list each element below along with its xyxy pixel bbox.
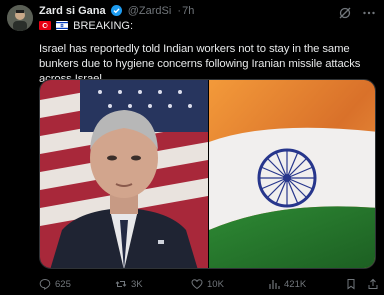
author-handle[interactable]: @ZardSi: [128, 5, 172, 17]
verified-badge-icon: [110, 5, 122, 16]
post-media[interactable]: [39, 79, 376, 269]
reply-count: 625: [55, 278, 71, 290]
author-avatar[interactable]: [7, 5, 33, 31]
reply-button[interactable]: 625: [39, 278, 71, 290]
breaking-label: BREAKING:: [73, 20, 134, 32]
post-header: Zard si Gana @ZardSi ·7h: [39, 5, 194, 18]
india-flag-image: [209, 80, 375, 268]
repost-count: 3K: [131, 278, 143, 290]
action-bar: 625 3K 10K 421K: [39, 278, 381, 292]
heart-icon: [191, 279, 203, 290]
tunisia-flag-icon: [39, 21, 51, 30]
reply-icon: [39, 278, 51, 290]
avatar-image: [7, 5, 33, 31]
views-chart-icon: [269, 280, 280, 289]
netanyahu-with-us-flag-image: [40, 80, 208, 268]
author-name[interactable]: Zard si Gana: [39, 5, 106, 17]
like-count: 10K: [207, 278, 224, 290]
bookmark-button[interactable]: [345, 278, 361, 290]
repost-button[interactable]: 3K: [115, 278, 143, 290]
israel-flag-icon: [56, 21, 69, 30]
views-count: 421K: [284, 278, 307, 290]
like-button[interactable]: 10K: [191, 278, 224, 290]
more-options-icon[interactable]: [362, 6, 376, 20]
bookmark-icon: [347, 279, 355, 290]
share-button[interactable]: [367, 278, 383, 290]
post-time[interactable]: 7h: [182, 5, 194, 17]
dot-separator: ·: [177, 5, 182, 17]
top-actions: [338, 6, 376, 20]
grok-icon[interactable]: [338, 6, 352, 20]
india-flag-photo[interactable]: [208, 80, 375, 268]
netanyahu-photo[interactable]: [40, 80, 208, 268]
share-icon: [368, 278, 378, 289]
repost-icon: [115, 281, 127, 287]
breaking-line: BREAKING:: [39, 20, 133, 33]
views-button[interactable]: 421K: [268, 278, 306, 290]
tweet-post: Zard si Gana @ZardSi ·7h BREAKING: Israe…: [0, 0, 384, 295]
